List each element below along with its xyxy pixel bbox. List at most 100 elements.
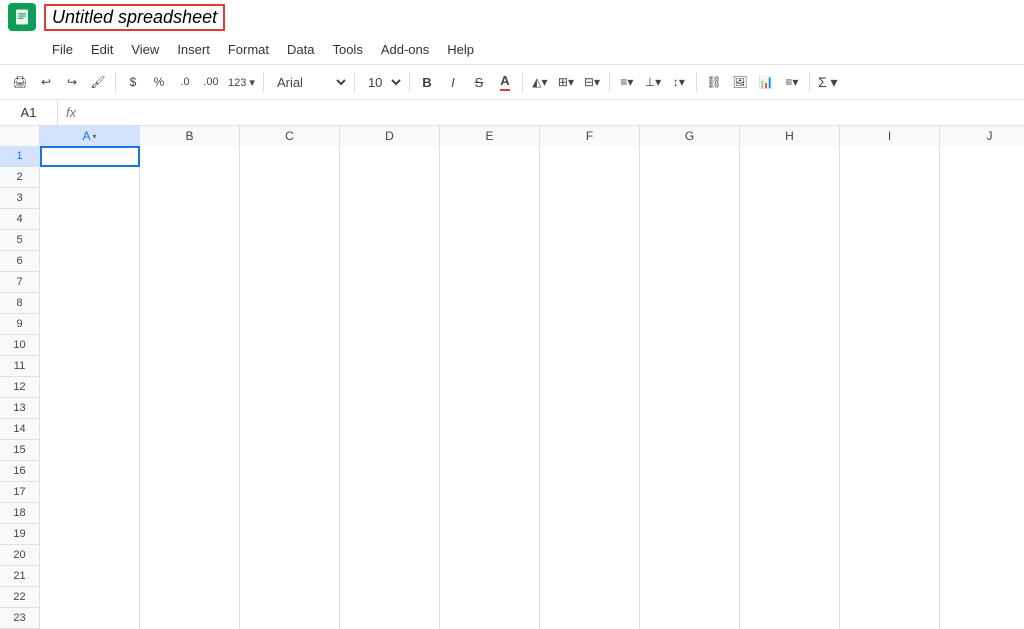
cell-D13[interactable] — [340, 398, 440, 419]
cell-J23[interactable] — [940, 608, 1024, 629]
cell-G16[interactable] — [640, 461, 740, 482]
cell-E4[interactable] — [440, 209, 540, 230]
cell-F15[interactable] — [540, 440, 640, 461]
cell-A10[interactable] — [40, 335, 140, 356]
paint-format-button[interactable]: 🖌 — [86, 69, 110, 95]
cell-F21[interactable] — [540, 566, 640, 587]
cell-B21[interactable] — [140, 566, 240, 587]
cell-A21[interactable] — [40, 566, 140, 587]
cell-C11[interactable] — [240, 356, 340, 377]
row-number-19[interactable]: 19 — [0, 524, 40, 544]
cell-E23[interactable] — [440, 608, 540, 629]
cell-C9[interactable] — [240, 314, 340, 335]
row-number-23[interactable]: 23 — [0, 608, 40, 628]
cell-J3[interactable] — [940, 188, 1024, 209]
filter-button[interactable]: ≡▾ — [780, 69, 804, 95]
cell-C8[interactable] — [240, 293, 340, 314]
cell-E9[interactable] — [440, 314, 540, 335]
cell-B3[interactable] — [140, 188, 240, 209]
cell-I20[interactable] — [840, 545, 940, 566]
cell-A3[interactable] — [40, 188, 140, 209]
cell-B9[interactable] — [140, 314, 240, 335]
cell-J15[interactable] — [940, 440, 1024, 461]
cell-G19[interactable] — [640, 524, 740, 545]
cell-A5[interactable] — [40, 230, 140, 251]
cell-D19[interactable] — [340, 524, 440, 545]
cell-B10[interactable] — [140, 335, 240, 356]
menu-item-data[interactable]: Data — [279, 38, 322, 61]
cell-E12[interactable] — [440, 377, 540, 398]
cell-E17[interactable] — [440, 482, 540, 503]
menu-item-help[interactable]: Help — [439, 38, 482, 61]
cell-I17[interactable] — [840, 482, 940, 503]
italic-button[interactable]: I — [441, 69, 465, 95]
row-number-4[interactable]: 4 — [0, 209, 40, 229]
cell-D23[interactable] — [340, 608, 440, 629]
cell-B8[interactable] — [140, 293, 240, 314]
cell-F6[interactable] — [540, 251, 640, 272]
cell-G8[interactable] — [640, 293, 740, 314]
cell-C21[interactable] — [240, 566, 340, 587]
cell-J9[interactable] — [940, 314, 1024, 335]
cell-F14[interactable] — [540, 419, 640, 440]
cell-B7[interactable] — [140, 272, 240, 293]
cell-G23[interactable] — [640, 608, 740, 629]
cell-F10[interactable] — [540, 335, 640, 356]
menu-item-tools[interactable]: Tools — [324, 38, 370, 61]
cell-F17[interactable] — [540, 482, 640, 503]
row-number-17[interactable]: 17 — [0, 482, 40, 502]
cell-G5[interactable] — [640, 230, 740, 251]
cell-I11[interactable] — [840, 356, 940, 377]
cell-E15[interactable] — [440, 440, 540, 461]
cell-B5[interactable] — [140, 230, 240, 251]
cell-E5[interactable] — [440, 230, 540, 251]
cell-E22[interactable] — [440, 587, 540, 608]
cell-D17[interactable] — [340, 482, 440, 503]
menu-item-view[interactable]: View — [123, 38, 167, 61]
cell-A11[interactable] — [40, 356, 140, 377]
col-header-I[interactable]: I — [840, 126, 940, 146]
function-button[interactable]: Σ ▾ — [815, 69, 841, 95]
menu-item-edit[interactable]: Edit — [83, 38, 121, 61]
cell-C20[interactable] — [240, 545, 340, 566]
cell-D21[interactable] — [340, 566, 440, 587]
cell-C3[interactable] — [240, 188, 340, 209]
font-size-select[interactable]: 6789101112141618202428364872 — [360, 69, 404, 95]
cell-G12[interactable] — [640, 377, 740, 398]
cell-H21[interactable] — [740, 566, 840, 587]
cell-E10[interactable] — [440, 335, 540, 356]
percent-button[interactable]: % — [147, 69, 171, 95]
font-color-button[interactable]: A — [493, 69, 517, 95]
cell-C4[interactable] — [240, 209, 340, 230]
cell-C14[interactable] — [240, 419, 340, 440]
cell-B12[interactable] — [140, 377, 240, 398]
cell-J1[interactable] — [940, 146, 1024, 167]
cell-H7[interactable] — [740, 272, 840, 293]
cell-B15[interactable] — [140, 440, 240, 461]
cell-I9[interactable] — [840, 314, 940, 335]
row-number-14[interactable]: 14 — [0, 419, 40, 439]
cell-J14[interactable] — [940, 419, 1024, 440]
cell-E16[interactable] — [440, 461, 540, 482]
cell-F9[interactable] — [540, 314, 640, 335]
cell-J12[interactable] — [940, 377, 1024, 398]
cell-J10[interactable] — [940, 335, 1024, 356]
cell-G10[interactable] — [640, 335, 740, 356]
cell-C17[interactable] — [240, 482, 340, 503]
cell-A12[interactable] — [40, 377, 140, 398]
cell-A1[interactable] — [40, 146, 140, 167]
align-h-button[interactable]: ≡▾ — [615, 69, 639, 95]
cell-I6[interactable] — [840, 251, 940, 272]
cell-D5[interactable] — [340, 230, 440, 251]
cell-G21[interactable] — [640, 566, 740, 587]
cell-G9[interactable] — [640, 314, 740, 335]
cell-F12[interactable] — [540, 377, 640, 398]
col-header-G[interactable]: G — [640, 126, 740, 146]
cell-J6[interactable] — [940, 251, 1024, 272]
col-header-F[interactable]: F — [540, 126, 640, 146]
cell-B11[interactable] — [140, 356, 240, 377]
col-header-A[interactable]: A ▾ — [40, 126, 140, 146]
cell-E7[interactable] — [440, 272, 540, 293]
cell-I3[interactable] — [840, 188, 940, 209]
cell-F20[interactable] — [540, 545, 640, 566]
